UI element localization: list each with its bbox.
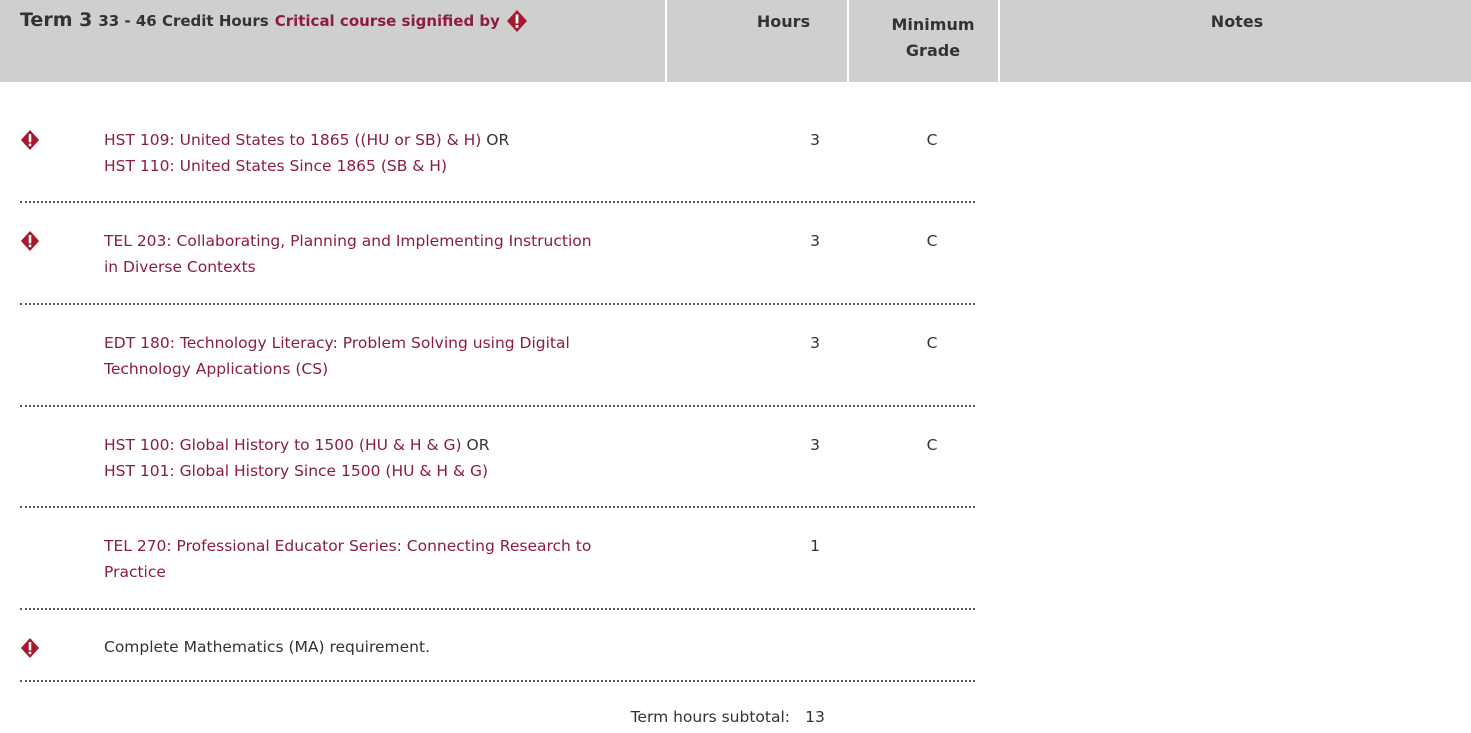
or-connector: OR [461,436,490,454]
course-link-hst-109[interactable]: HST 109: United States to 1865 ((HU or S… [104,131,481,149]
min-grade-line1: Minimum [891,15,975,34]
hours-value: 3 [810,232,820,250]
hours-column-header: Hours [756,12,811,31]
header-divider [998,0,1000,82]
term-hours-subtotal-value: 13 [805,708,825,726]
course-cell: TEL 270: Professional Educator Series: C… [104,533,734,585]
min-grade-line2: Grade [905,41,961,60]
credit-hours-range: 33 - 46 Credit Hours [98,12,269,30]
critical-diamond-icon [20,129,40,150]
course-cell: HST 100: Global History to 1500 (HU & H … [104,432,734,484]
table-header: Term 3 33 - 46 Credit Hours Critical cou… [0,0,1471,82]
hours-value: 3 [810,131,820,149]
course-cell: HST 109: United States to 1865 ((HU or S… [104,127,734,179]
course-link-tel-203[interactable]: TEL 203: Collaborating, Planning and Imp… [104,232,592,250]
course-link-hst-110[interactable]: HST 110: United States Since 1865 (SB & … [104,157,447,175]
course-row: TEL 270: Professional Educator Series: C… [20,533,975,593]
course-link-tel-270[interactable]: TEL 270: Professional Educator Series: C… [104,537,591,555]
course-link-edt-180[interactable]: EDT 180: Technology Literacy: Problem So… [104,334,570,352]
grade-value: C [926,436,938,454]
or-connector: OR [481,131,510,149]
header-divider [665,0,667,82]
header-divider [847,0,849,82]
grade-value: C [926,131,938,149]
course-link-tel-270-cont[interactable]: Practice [104,563,166,581]
critical-diamond-icon [20,637,40,658]
course-link-hst-100[interactable]: HST 100: Global History to 1500 (HU & H … [104,436,462,454]
row-divider [20,506,975,508]
term-hours-subtotal-label: Term hours subtotal: [630,708,790,726]
grade-value: C [926,232,938,250]
hours-value: 1 [810,537,820,555]
term-title: Term 3 [20,9,93,31]
critical-diamond-icon [506,9,528,37]
course-link-edt-180-cont[interactable]: Technology Applications (CS) [104,360,328,378]
requirement-text: Complete Mathematics (MA) requirement. [104,638,431,656]
critical-diamond-icon [20,230,40,251]
course-row: EDT 180: Technology Literacy: Problem So… [20,330,975,390]
course-cell: TEL 203: Collaborating, Planning and Imp… [104,228,734,280]
course-row: TEL 203: Collaborating, Planning and Imp… [20,228,975,288]
minimum-grade-column-header: Minimum Grade [871,0,995,82]
course-row: HST 109: United States to 1865 ((HU or S… [20,127,975,187]
row-divider [20,405,975,407]
hours-value: 3 [810,436,820,454]
course-row: HST 100: Global History to 1500 (HU & H … [20,432,975,492]
hours-value: 3 [810,334,820,352]
term-header-cell: Term 3 33 - 46 Credit Hours Critical cou… [0,0,665,82]
course-link-tel-203-cont[interactable]: in Diverse Contexts [104,258,256,276]
row-divider [20,680,975,682]
row-divider [20,303,975,305]
requirement-row: Complete Mathematics (MA) requirement. [20,634,975,664]
critical-legend-label: Critical course signified by [274,12,500,30]
course-cell: EDT 180: Technology Literacy: Problem So… [104,330,734,382]
notes-column-header: Notes [1210,12,1264,31]
course-link-hst-101[interactable]: HST 101: Global History Since 1500 (HU &… [104,462,488,480]
row-divider [20,201,975,203]
row-divider [20,608,975,610]
grade-value: C [926,334,938,352]
